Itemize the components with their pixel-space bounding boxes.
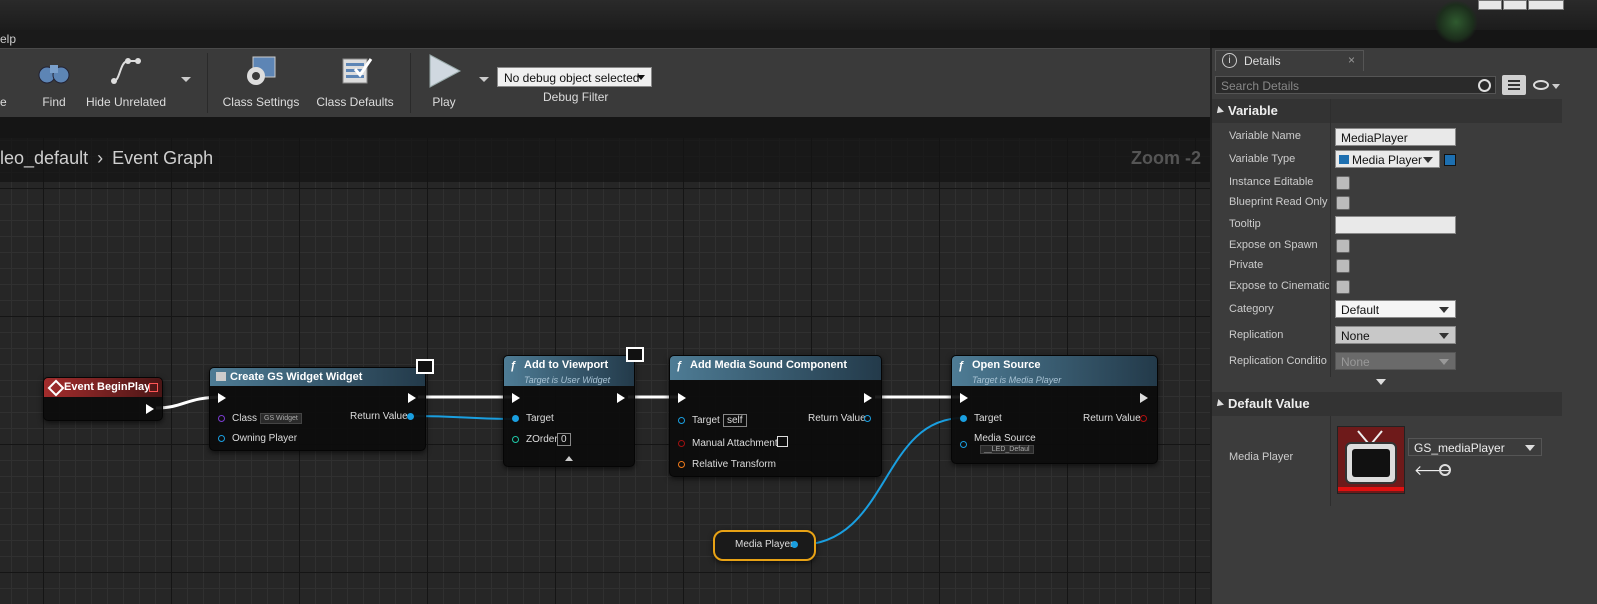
container-type-icon[interactable] bbox=[1444, 154, 1456, 166]
target-self-value: self bbox=[723, 414, 747, 427]
node-title: Add Media Sound Component bbox=[690, 359, 848, 371]
target-pin[interactable] bbox=[512, 415, 519, 422]
category-select[interactable]: Default bbox=[1335, 300, 1456, 318]
exec-out-pin[interactable] bbox=[617, 393, 625, 403]
zorder-pin[interactable] bbox=[512, 436, 519, 443]
default-value-section-header[interactable]: Default Value bbox=[1212, 392, 1562, 416]
function-icon: ƒ bbox=[958, 360, 965, 372]
graph-wires bbox=[155, 395, 964, 546]
collapse-arrow-icon bbox=[1214, 106, 1224, 116]
exec-out-pin[interactable] bbox=[146, 404, 154, 414]
client-only-icon bbox=[416, 359, 434, 374]
property-matrix-button[interactable] bbox=[1502, 75, 1526, 95]
node-subtitle: Target is Media Player bbox=[972, 375, 1062, 385]
expose-on-spawn-checkbox[interactable] bbox=[1336, 239, 1350, 253]
browse-search-icon[interactable] bbox=[1439, 464, 1451, 476]
variable-label: Media Player bbox=[735, 539, 794, 550]
event-beginplay-node[interactable]: Event BeginPlay bbox=[43, 377, 163, 421]
return-value-pin[interactable] bbox=[407, 413, 414, 420]
replication-select[interactable]: None bbox=[1335, 326, 1456, 344]
target-pin[interactable] bbox=[960, 415, 967, 422]
class-picker[interactable]: GS Widget bbox=[260, 413, 302, 424]
engine-logo-icon bbox=[1434, 0, 1478, 44]
zorder-input[interactable]: 0 bbox=[557, 433, 571, 446]
return-value-pin[interactable] bbox=[1140, 415, 1147, 422]
expand-arrow-icon[interactable] bbox=[565, 456, 573, 461]
exec-out-pin[interactable] bbox=[1140, 393, 1148, 403]
search-icon[interactable] bbox=[1478, 79, 1491, 92]
variable-name-field[interactable]: MediaPlayer bbox=[1335, 128, 1456, 146]
exec-in-pin[interactable] bbox=[218, 393, 226, 403]
node-title: Add to Viewport bbox=[524, 359, 609, 371]
media-player-variable-node[interactable]: Media Player bbox=[713, 530, 816, 561]
maximize-button[interactable] bbox=[1503, 0, 1527, 10]
media-player-type-icon bbox=[1339, 155, 1349, 164]
manual-attachment-checkbox[interactable] bbox=[777, 436, 788, 447]
manual-attachment-pin[interactable] bbox=[678, 440, 685, 447]
return-value-pin[interactable] bbox=[864, 415, 871, 422]
tab-close-icon[interactable]: × bbox=[1348, 53, 1355, 67]
function-icon: ƒ bbox=[510, 360, 517, 372]
exec-out-pin[interactable] bbox=[408, 393, 416, 403]
instance-editable-checkbox[interactable] bbox=[1336, 176, 1350, 190]
media-player-asset-select[interactable]: GS_mediaPlayer bbox=[1408, 438, 1542, 456]
property-column-divider[interactable] bbox=[1330, 99, 1331, 377]
target-pin[interactable] bbox=[678, 417, 685, 424]
node-subtitle: Target is User Widget bbox=[524, 375, 611, 385]
media-source-picker[interactable]: __LED_Defaul bbox=[980, 445, 1034, 454]
object-wire bbox=[411, 415, 517, 420]
media-source-pin[interactable] bbox=[960, 441, 967, 448]
view-options-eye-icon[interactable] bbox=[1533, 80, 1549, 90]
add-to-viewport-node[interactable]: ƒ Add to Viewport Target is User Widget … bbox=[503, 355, 635, 467]
blueprint-read-only-checkbox[interactable] bbox=[1336, 196, 1350, 210]
tooltip-field[interactable] bbox=[1335, 216, 1456, 234]
relative-transform-pin[interactable] bbox=[678, 461, 685, 468]
details-search-input[interactable]: Search Details bbox=[1215, 76, 1496, 94]
close-button[interactable] bbox=[1528, 0, 1564, 10]
widget-node-icon bbox=[216, 372, 226, 381]
info-icon: i bbox=[1222, 53, 1237, 68]
exec-in-pin[interactable] bbox=[512, 393, 520, 403]
grid-icon bbox=[1508, 80, 1520, 90]
advanced-expand-icon[interactable] bbox=[1376, 379, 1386, 385]
tab-details[interactable]: i Details × bbox=[1215, 50, 1364, 71]
open-source-node[interactable]: ƒ Open Source Target is Media Player Tar… bbox=[951, 355, 1158, 464]
variable-type-select[interactable]: Media Player bbox=[1335, 150, 1440, 168]
class-pin[interactable] bbox=[218, 415, 225, 422]
collapse-arrow-icon bbox=[1214, 399, 1224, 409]
event-icon bbox=[47, 379, 65, 397]
add-media-sound-node[interactable]: ƒ Add Media Sound Component Target self … bbox=[669, 355, 882, 477]
variable-output-pin[interactable] bbox=[791, 541, 798, 548]
exec-in-pin[interactable] bbox=[678, 393, 686, 403]
delegate-pin-icon[interactable] bbox=[149, 383, 158, 392]
private-checkbox[interactable] bbox=[1336, 259, 1350, 273]
owning-player-pin[interactable] bbox=[218, 435, 225, 442]
replication-condition-select: None bbox=[1335, 352, 1456, 370]
function-icon: ƒ bbox=[676, 360, 683, 372]
property-column-divider[interactable] bbox=[1330, 416, 1331, 506]
exec-in-pin[interactable] bbox=[960, 393, 968, 403]
exec-out-pin[interactable] bbox=[864, 393, 872, 403]
create-widget-node[interactable]: Create GS Widget Widget Class GS Widget … bbox=[209, 367, 426, 451]
node-title: Open Source bbox=[972, 359, 1041, 371]
node-title: Create GS Widget Widget bbox=[230, 371, 363, 383]
variable-section-header[interactable]: Variable bbox=[1212, 99, 1562, 123]
node-title: Event BeginPlay bbox=[64, 381, 151, 393]
tv-icon bbox=[1338, 430, 1404, 491]
client-only-icon bbox=[626, 347, 644, 362]
media-player-thumbnail[interactable] bbox=[1337, 426, 1405, 494]
expose-to-cinematics-checkbox[interactable] bbox=[1336, 280, 1350, 294]
chevron-down-icon[interactable] bbox=[1552, 84, 1560, 89]
minimize-button[interactable] bbox=[1478, 0, 1502, 10]
